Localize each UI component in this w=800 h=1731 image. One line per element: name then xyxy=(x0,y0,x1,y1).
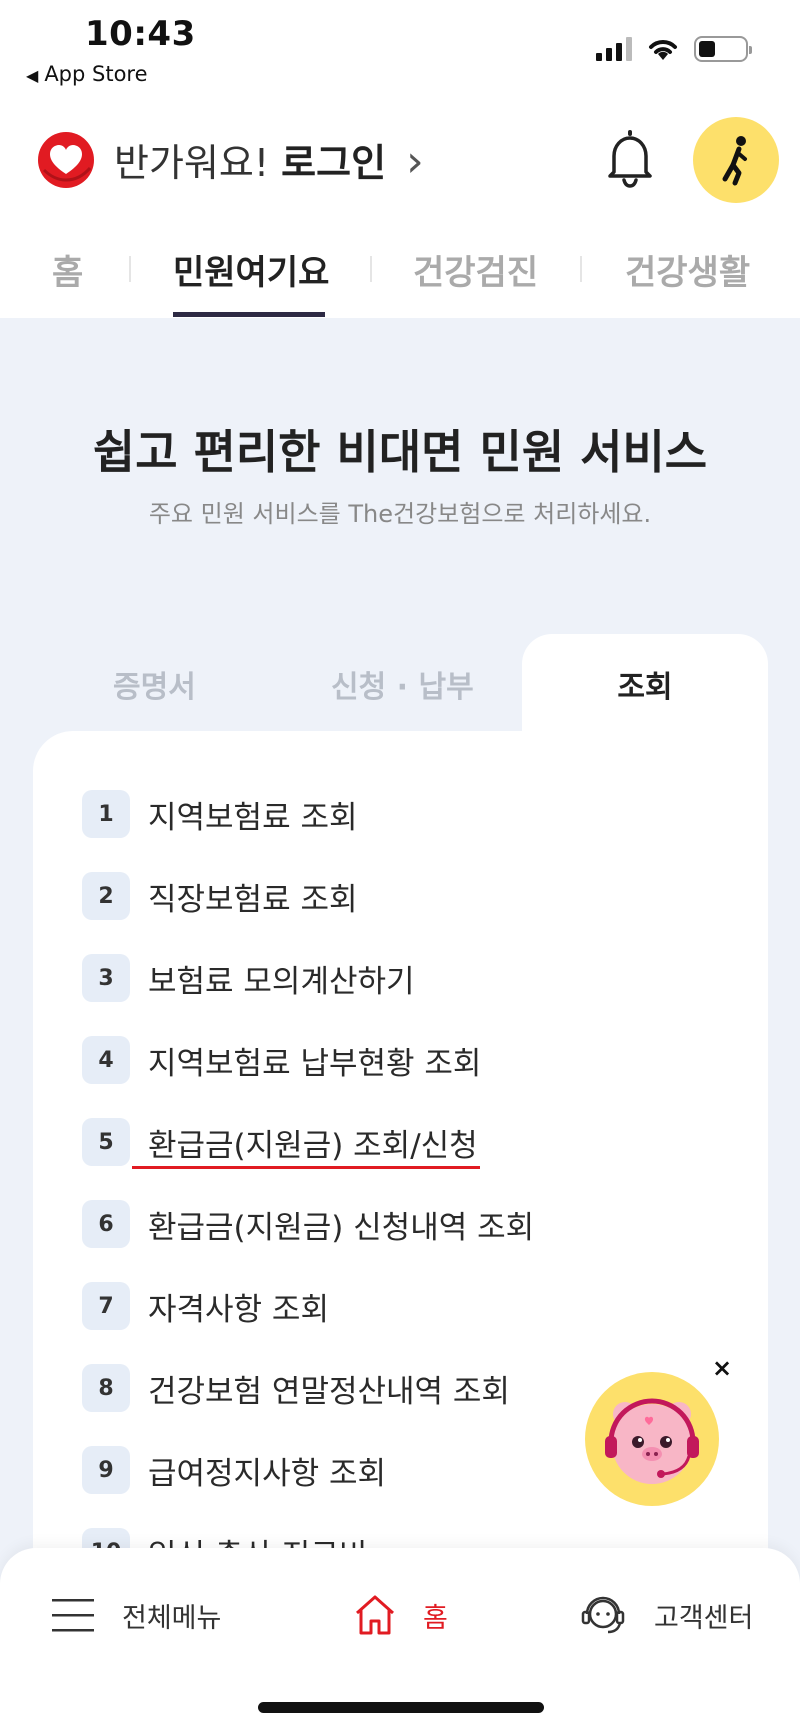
item-number: 9 xyxy=(82,1446,130,1494)
chatbot-button[interactable] xyxy=(585,1372,719,1506)
item-label: 환급금(지원금) 조회/신청 xyxy=(148,1127,478,1164)
headset-support-icon xyxy=(581,1596,625,1634)
list-item[interactable]: 9 급여정지사항 조회 xyxy=(82,1445,386,1495)
tab-home[interactable]: 홈 xyxy=(52,245,83,294)
app-header: 반가워요! 로그인 › xyxy=(0,110,800,210)
highlight-underline xyxy=(132,1166,480,1169)
back-to-app-store[interactable]: ◀ App Store xyxy=(26,62,148,86)
service-tab-certificate[interactable]: 증명서 xyxy=(113,662,196,706)
item-label: 지역보험료 납부현황 조회 xyxy=(148,1045,482,1082)
list-item[interactable]: 2 직장보험료 조회 xyxy=(82,871,358,921)
active-tab-indicator xyxy=(173,312,325,317)
item-number: 7 xyxy=(82,1282,130,1330)
home-indicator xyxy=(258,1702,544,1713)
chatbot-close-icon[interactable]: × xyxy=(710,1356,734,1380)
item-number: 5 xyxy=(82,1118,130,1166)
list-item[interactable]: 7 자격사항 조회 xyxy=(82,1281,329,1331)
tab-divider xyxy=(580,256,582,282)
list-item[interactable]: 5 환급금(지원금) 조회/신청 xyxy=(82,1117,478,1167)
profile-avatar-button[interactable] xyxy=(693,117,779,203)
person-walking-icon xyxy=(722,136,747,186)
nav-home-label: 홈 xyxy=(423,1602,448,1634)
list-item[interactable]: 6 환급금(지원금) 신청내역 조회 xyxy=(82,1199,534,1249)
chevron-right-icon: › xyxy=(406,136,424,187)
greeting-text: 반가워요! xyxy=(114,141,270,185)
main-tabs: 홈 민원여기요 건강검진 건강생활 xyxy=(0,230,800,318)
item-label: 지역보험료 조회 xyxy=(148,799,358,836)
login-link[interactable]: 로그인 xyxy=(281,141,386,185)
back-triangle-icon: ◀ xyxy=(26,66,39,85)
status-time: 10:43 xyxy=(85,14,196,54)
nav-customer-center-label: 고객센터 xyxy=(654,1602,754,1634)
item-label: 자격사항 조회 xyxy=(148,1291,329,1328)
item-label: 직장보험료 조회 xyxy=(148,881,358,918)
back-app-label: App Store xyxy=(44,62,148,86)
home-icon xyxy=(356,1595,394,1635)
item-number: 8 xyxy=(82,1364,130,1412)
item-number: 1 xyxy=(82,790,130,838)
tab-health-checkup[interactable]: 건강검진 xyxy=(413,245,538,294)
battery-icon xyxy=(694,36,752,62)
signal-icon xyxy=(596,37,632,61)
item-label: 환급금(지원금) 신청내역 조회 xyxy=(148,1209,535,1246)
tab-divider xyxy=(129,256,131,282)
item-number: 6 xyxy=(82,1200,130,1248)
nav-home[interactable]: 홈 xyxy=(353,1588,448,1642)
tab-civil-service[interactable]: 민원여기요 xyxy=(173,245,329,294)
item-label: 보험료 모의계산하기 xyxy=(148,963,415,1000)
wifi-icon xyxy=(649,40,677,60)
list-item[interactable]: 3 보험료 모의계산하기 xyxy=(82,953,415,1003)
hero-subtitle: 주요 민원 서비스를 The건강보험으로 처리하세요. xyxy=(148,500,652,528)
nav-all-menu[interactable]: 전체메뉴 xyxy=(52,1588,221,1642)
status-icons xyxy=(596,36,752,62)
list-item[interactable]: 1 지역보험료 조회 xyxy=(82,789,358,839)
list-item[interactable]: 8 건강보험 연말정산내역 조회 xyxy=(82,1363,510,1413)
list-item[interactable]: 4 지역보험료 납부현황 조회 xyxy=(82,1035,481,1085)
bell-icon[interactable] xyxy=(600,128,660,190)
tab-healthy-life[interactable]: 건강생활 xyxy=(625,245,750,294)
item-label: 건강보험 연말정산내역 조회 xyxy=(148,1373,510,1410)
greeting-login[interactable]: 반가워요! 로그인 › xyxy=(114,132,424,187)
pink-mascot-icon xyxy=(605,1398,699,1484)
nhis-heart-logo-icon[interactable] xyxy=(36,130,96,190)
tab-divider xyxy=(370,256,372,282)
service-tab-inquiry[interactable]: 조회 xyxy=(522,662,768,706)
service-tab-apply-pay[interactable]: 신청 · 납부 xyxy=(331,662,474,706)
nav-customer-center[interactable]: 고객센터 xyxy=(580,1588,753,1642)
item-number: 2 xyxy=(82,872,130,920)
item-label: 급여정지사항 조회 xyxy=(148,1455,387,1492)
hero-title: 쉽고 편리한 비대면 민원 서비스 xyxy=(92,425,708,479)
item-number: 3 xyxy=(82,954,130,1002)
hamburger-menu-icon xyxy=(52,1599,94,1632)
item-number: 4 xyxy=(82,1036,130,1084)
nav-all-menu-label: 전체메뉴 xyxy=(122,1602,222,1634)
